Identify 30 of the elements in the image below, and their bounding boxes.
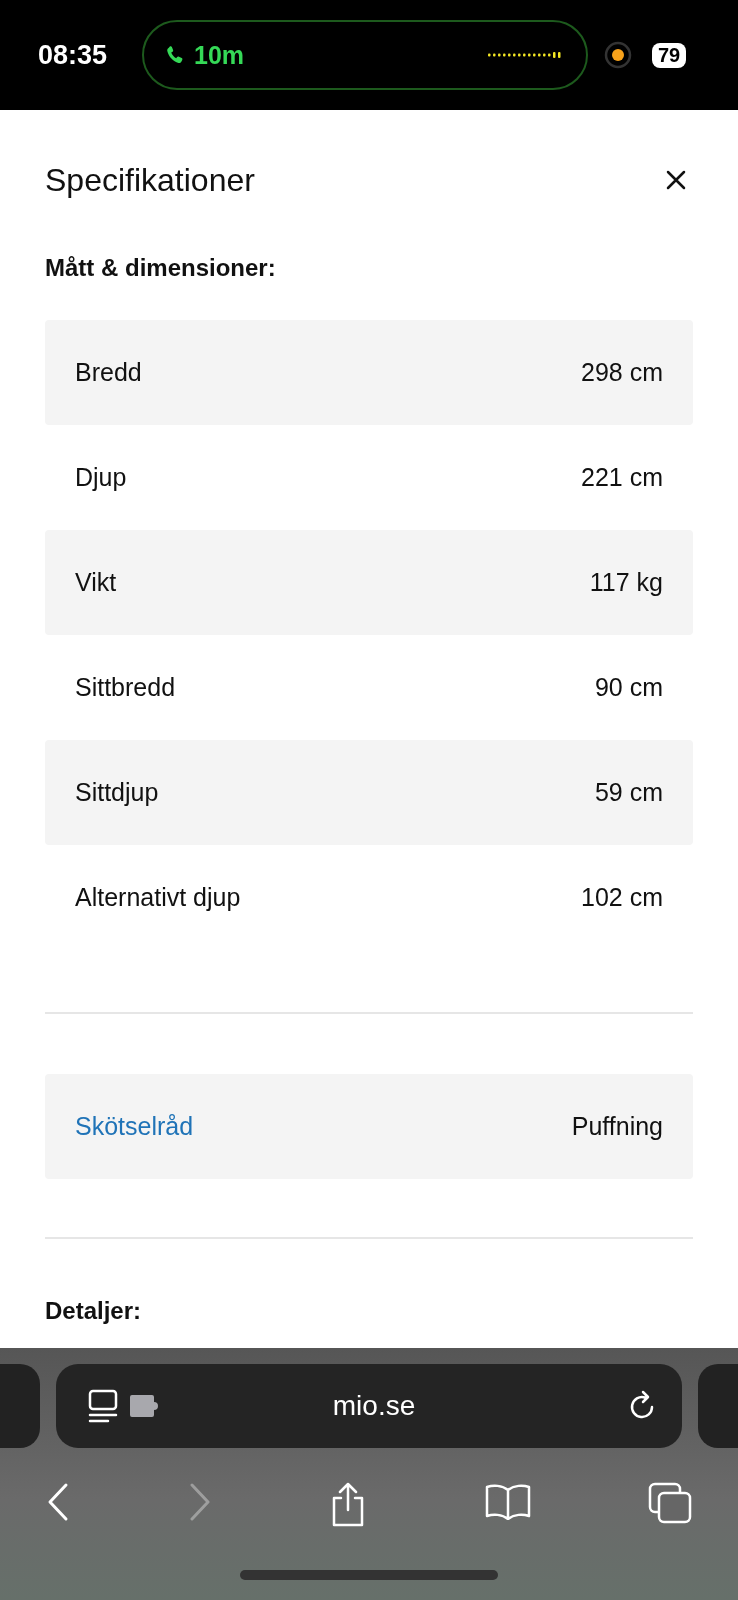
url-text: mio.se — [331, 1390, 417, 1422]
spec-value: 298 cm — [581, 358, 663, 387]
spec-value: 117 kg — [589, 568, 663, 597]
spec-label: Vikt — [75, 568, 117, 597]
tab-preview[interactable] — [0, 1364, 40, 1448]
battery-level: 79 — [652, 42, 687, 68]
puzzle-icon — [128, 1393, 160, 1419]
spec-value: 90 cm — [594, 673, 663, 702]
call-indicator[interactable]: 10m — [142, 20, 588, 90]
section-heading: Detaljer: — [45, 1297, 143, 1325]
sheet-title: Specifikationer — [45, 161, 255, 199]
recording-dot-icon — [604, 41, 632, 69]
audio-level-icon — [488, 52, 562, 58]
page-menu-icon — [88, 1389, 118, 1423]
spec-label: Alternativt djup — [75, 883, 241, 912]
spec-value: 59 cm — [594, 778, 663, 807]
spec-label: Djup — [75, 463, 127, 492]
spec-value: Puffning — [571, 1112, 663, 1141]
spec-label: Bredd — [75, 358, 142, 387]
section-heading: Mått & dimensioner: — [45, 254, 277, 282]
spec-label: Sittdjup — [75, 778, 159, 807]
call-duration: 10m — [194, 40, 246, 70]
spec-value: 102 cm — [581, 883, 663, 912]
chevron-left-icon — [46, 1482, 70, 1522]
address-bar[interactable]: mio.se — [56, 1364, 682, 1448]
spec-value: 221 cm — [581, 463, 663, 492]
clock: 08:35 — [38, 39, 109, 71]
spec-label: Sittbredd — [75, 673, 176, 702]
care-advice-link[interactable]: Skötselråd — [75, 1112, 194, 1141]
tab-preview[interactable] — [698, 1364, 738, 1448]
